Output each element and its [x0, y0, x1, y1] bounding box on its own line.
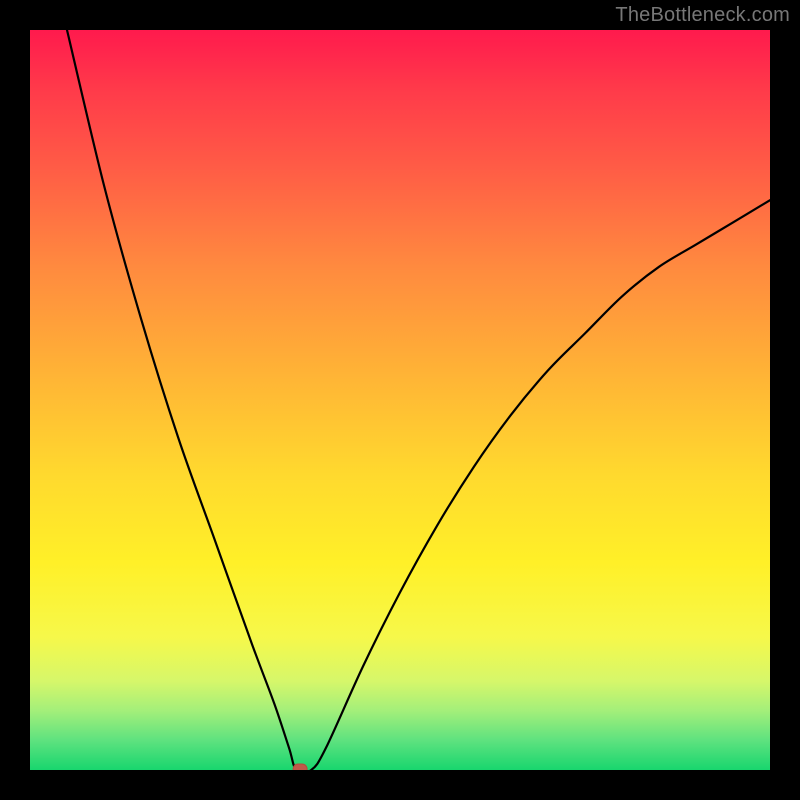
chart-frame: TheBottleneck.com	[0, 0, 800, 800]
curve-path	[67, 30, 770, 770]
optimal-point-marker	[293, 764, 307, 770]
plot-area	[30, 30, 770, 770]
watermark-text: TheBottleneck.com	[615, 4, 790, 27]
bottleneck-curve	[30, 30, 770, 770]
